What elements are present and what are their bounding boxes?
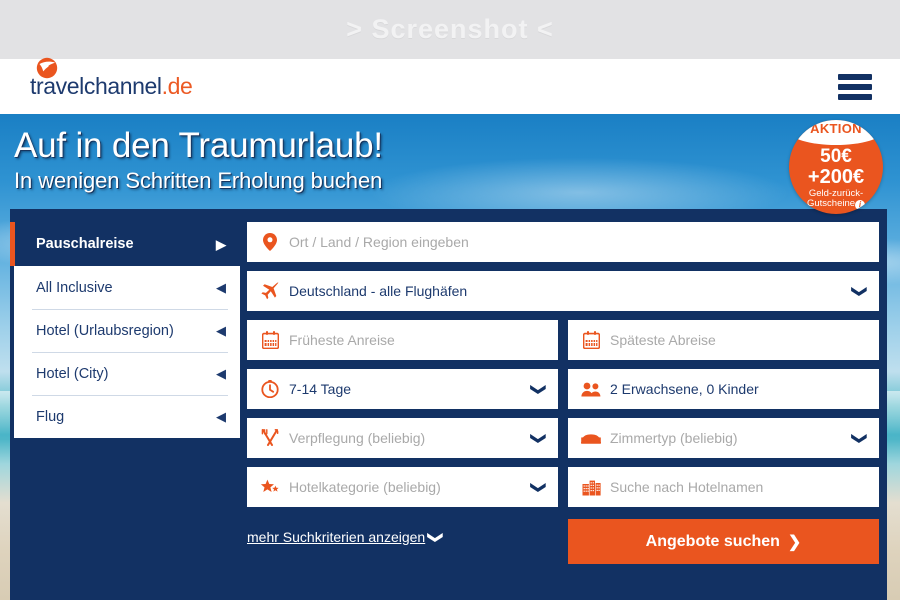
chevron-left-icon: ◀	[216, 409, 226, 424]
hamburger-bar	[838, 83, 872, 90]
duration-value: 7-14 Tage	[289, 381, 352, 397]
category-hotelname-row: Hotelkategorie (beliebig) ❯ Suche nach H…	[247, 467, 879, 516]
search-offers-label: Angebote suchen	[645, 532, 780, 550]
hotel-name-input[interactable]: Suche nach Hotelnamen	[610, 479, 866, 495]
search-panel: Pauschalreise ▶ All Inclusive ◀ Hotel (U…	[10, 209, 887, 600]
travelers-field[interactable]: 2 Erwachsene, 0 Kinder	[568, 369, 879, 409]
chevron-down-icon[interactable]: ❯	[851, 285, 868, 298]
chevron-right-icon: ❯	[787, 533, 802, 551]
promo-caption: Geld-zurück- Gutscheine i	[789, 188, 883, 210]
latest-departure-input[interactable]: Späteste Abreise	[610, 332, 866, 348]
hamburger-bar	[838, 73, 872, 80]
duration-travelers-row: 7-14 Tage ❯ 2 Erwachsene, 0 Kinder	[247, 369, 879, 418]
promo-amount-secondary: +200€	[807, 165, 865, 188]
page-title: Auf in den Traumurlaub!	[14, 126, 383, 165]
board-room-row: Verpflegung (beliebig) ❯ Zimmertyp (beli…	[247, 418, 879, 467]
latest-departure-field[interactable]: Späteste Abreise	[568, 320, 879, 360]
hamburger-menu-icon[interactable]	[838, 73, 872, 100]
hotel-category-value: Hotelkategorie (beliebig)	[289, 479, 441, 495]
hero-section: Auf in den Traumurlaub! In wenigen Schri…	[0, 114, 900, 600]
airplane-icon	[260, 281, 280, 301]
travelchannel-swoosh-icon	[36, 57, 58, 79]
promo-badge[interactable]: AKTION 50€ +200€ Geld-zurück- Gutscheine…	[789, 120, 883, 214]
search-offers-button[interactable]: Angebote suchen ❯	[568, 519, 879, 564]
chevron-left-icon: ◀	[216, 366, 226, 381]
calendar-icon	[260, 330, 280, 350]
search-fields: Ort / Land / Region eingeben Deutschland…	[247, 222, 879, 516]
chevron-down-icon[interactable]: ❯	[530, 432, 547, 445]
duration-field[interactable]: 7-14 Tage ❯	[247, 369, 558, 409]
room-type-field[interactable]: Zimmertyp (beliebig) ❯	[568, 418, 879, 458]
board-value: Verpflegung (beliebig)	[289, 430, 426, 446]
hero-copy: Auf in den Traumurlaub! In wenigen Schri…	[14, 128, 383, 192]
chevron-down-icon[interactable]: ❯	[530, 383, 547, 396]
page-root: > Screenshot < travelchannel.de Auf in d…	[0, 0, 900, 600]
airport-field[interactable]: Deutschland - alle Flughäfen ❯	[247, 271, 879, 311]
hotel-category-field[interactable]: Hotelkategorie (beliebig) ❯	[247, 467, 558, 507]
chevron-left-icon: ◀	[216, 323, 226, 338]
site-logo[interactable]: travelchannel.de	[28, 57, 193, 100]
tab-label: Flug	[36, 408, 65, 425]
more-criteria-link[interactable]: mehr Suchkriterien anzeigen ❯	[247, 529, 445, 545]
screenshot-banner-label: > Screenshot <	[346, 14, 554, 44]
promo-ribbon-label: AKTION	[810, 121, 862, 136]
destination-input[interactable]: Ort / Land / Region eingeben	[289, 234, 866, 250]
hamburger-bar	[838, 93, 872, 100]
location-pin-icon	[260, 232, 280, 252]
clock-icon	[260, 379, 280, 399]
people-icon	[581, 379, 601, 399]
earliest-arrival-input[interactable]: Früheste Anreise	[289, 332, 545, 348]
chevron-down-icon[interactable]: ❯	[530, 481, 547, 494]
tab-hotel-urlaubsregion[interactable]: Hotel (Urlaubsregion) ◀	[14, 309, 240, 352]
calendar-icon	[581, 330, 601, 350]
tab-label: Hotel (City)	[36, 365, 109, 382]
room-type-value: Zimmertyp (beliebig)	[610, 430, 738, 446]
site-header: travelchannel.de	[0, 57, 900, 114]
cutlery-icon	[260, 428, 280, 448]
chevron-down-icon[interactable]: ❯	[851, 432, 868, 445]
bed-icon	[581, 428, 601, 448]
tab-label: Hotel (Urlaubsregion)	[36, 322, 174, 339]
chevron-right-icon: ▶	[216, 236, 226, 252]
chevron-left-icon: ◀	[216, 280, 226, 295]
travelers-value: 2 Erwachsene, 0 Kinder	[610, 381, 759, 397]
promo-caption-line-2: Gutscheine	[806, 197, 856, 209]
tab-pauschalreise[interactable]: Pauschalreise ▶	[10, 222, 240, 266]
tab-flug[interactable]: Flug ◀	[14, 395, 240, 438]
tab-all-inclusive[interactable]: All Inclusive ◀	[14, 266, 240, 309]
search-actions: mehr Suchkriterien anzeigen ❯ Angebote su…	[247, 519, 879, 564]
tab-label: Pauschalreise	[36, 236, 134, 252]
earliest-arrival-field[interactable]: Früheste Anreise	[247, 320, 558, 360]
search-type-tabs: Pauschalreise ▶ All Inclusive ◀ Hotel (U…	[10, 222, 240, 438]
screenshot-banner: > Screenshot <	[0, 0, 900, 59]
more-criteria-label: mehr Suchkriterien anzeigen	[247, 529, 426, 545]
destination-field[interactable]: Ort / Land / Region eingeben	[247, 222, 879, 262]
promo-amount-primary: 50€	[820, 146, 852, 167]
tab-hotel-city[interactable]: Hotel (City) ◀	[14, 352, 240, 395]
airport-value: Deutschland - alle Flughäfen	[289, 283, 468, 299]
tab-label: All Inclusive	[36, 279, 113, 296]
promo-ribbon: AKTION	[789, 120, 883, 145]
page-subtitle: In wenigen Schritten Erholung buchen	[14, 168, 383, 193]
logo-tld: .de	[161, 73, 193, 99]
star-icon	[260, 477, 280, 497]
hotel-name-field[interactable]: Suche nach Hotelnamen	[568, 467, 879, 507]
chevron-down-icon: ❯	[427, 531, 445, 544]
buildings-icon	[581, 477, 601, 497]
board-field[interactable]: Verpflegung (beliebig) ❯	[247, 418, 558, 458]
date-row: Früheste Anreise Späteste Abreise	[247, 320, 879, 369]
